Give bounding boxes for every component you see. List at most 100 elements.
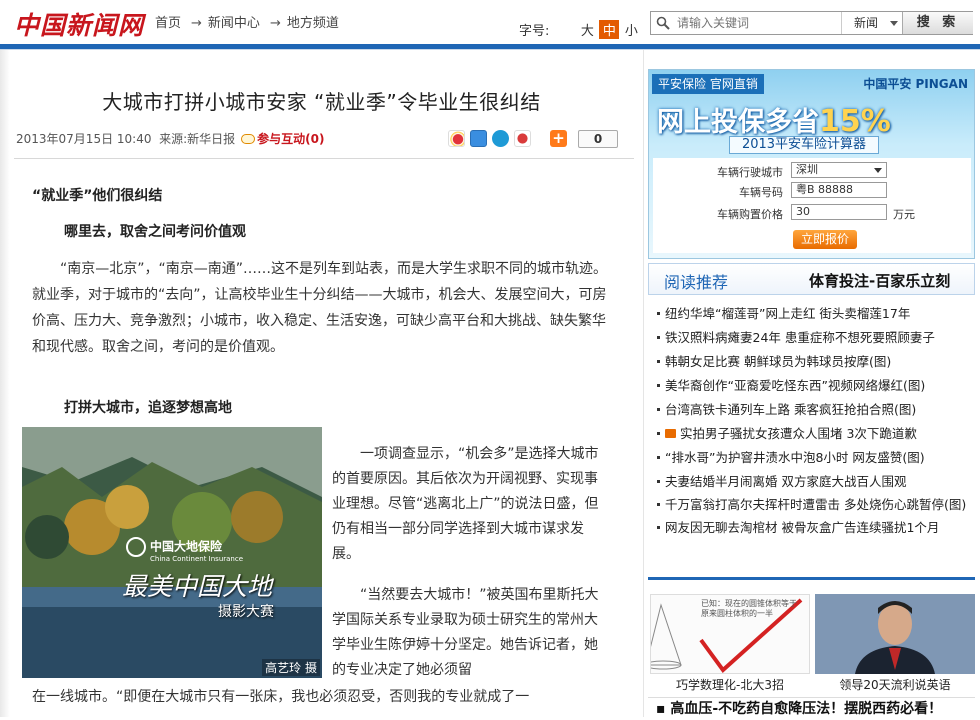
list-item[interactable]: 台湾高铁卡通列车上路 乘客疯狂抢拍合照(图) <box>657 398 975 422</box>
breadcrumb-home[interactable]: 首页 <box>155 16 181 31</box>
ad-badge[interactable]: 平安保险 官网直销 <box>652 74 764 94</box>
plate-input[interactable]: 粤B 88888 <box>791 182 887 198</box>
tencent-share-icon[interactable] <box>492 130 509 147</box>
tab-sports-ad[interactable]: 体育投注-百家乐立刻 <box>809 270 950 291</box>
font-size-large[interactable]: 大 <box>577 20 597 39</box>
news-link-text: “排水哥”为护窨井渍水中泡8小时 网友盛赞(图) <box>665 450 925 465</box>
list-item[interactable]: 夫妻结婚半月闹离婚 双方家庭大战百人围观 <box>657 470 975 494</box>
article-source: 来源:新华日报 <box>159 132 236 146</box>
paragraph-text: 一项调查显示，“机会多”是选择大城市的首要原因。其后依次为开阔视野、实现事业理想… <box>332 446 599 562</box>
bottom-ad-link[interactable]: ▪ 高血压-不吃药自愈降压法！摆脱西药必看！ <box>648 697 975 717</box>
news-link-text: 台湾高铁卡通列车上路 乘客疯狂抢拍合照(图) <box>665 402 917 417</box>
search-box: 新闻 搜 索 <box>650 11 973 35</box>
english-ad-caption[interactable]: 领导20天流利说英语 <box>815 676 975 693</box>
price-label: 车辆购置价格 <box>717 208 783 221</box>
list-item[interactable]: 美华裔创作“亚裔爱吃怪东西”视频网络爆红(图) <box>657 374 975 398</box>
search-scope-select[interactable]: 新闻 <box>841 12 901 34</box>
bullet-icon <box>657 336 660 339</box>
price-unit: 万元 <box>893 208 915 221</box>
font-size-medium[interactable]: 中 <box>599 20 620 39</box>
article-subhead-3: 打拼大城市，追逐梦想高地 <box>64 395 642 421</box>
article-paragraph-3-cont: 在一线城市。“即便在大城市只有一张床，我也必须忍受，否则我的专业就成了一 <box>32 684 622 710</box>
article-date: 2013年07月15日 10:40 <box>16 132 152 146</box>
list-item[interactable]: 铁汉照料病瘫妻24年 患重症称不想死要照顾妻子 <box>657 326 975 350</box>
interact-link[interactable]: 参与互动(0) <box>257 132 324 146</box>
person-portrait <box>815 594 975 674</box>
column-divider <box>643 50 644 717</box>
weibo-share-icon[interactable] <box>448 130 465 147</box>
site-header: 中国新闻网 首页 → 新闻中心 → 地方频道 字号: 大中小 新闻 搜 索 <box>0 0 980 44</box>
city-value: 深圳 <box>796 163 818 176</box>
bullet-icon <box>657 480 660 483</box>
article-subhead-1: “就业季”他们很纠结 <box>32 183 610 209</box>
subhead-text: 打拼大城市，追逐梦想高地 <box>64 400 232 416</box>
article-title: 大城市打拼小城市安家 “就业季”令毕业生很纠结 <box>102 90 541 114</box>
list-item[interactable]: 实拍男子骚扰女孩遭众人围堵 3次下跪道歉 <box>657 422 975 446</box>
article-meta: 2013年07月15日 10:40 来源:新华日报 参与互动(0) <box>16 130 325 147</box>
thumb1-text: 已知：现在的圆锥体积等于原来圆柱体积的一半 <box>701 599 797 618</box>
chevron-down-icon <box>874 168 882 173</box>
share-bar: +0 <box>448 128 618 148</box>
search-input[interactable] <box>677 14 867 32</box>
article-subhead-2: 哪里去，取舍之间考问价值观 <box>64 219 642 245</box>
list-item[interactable]: 网友因无聊去淘棺材 被骨灰盒广告连续骚扰1个月 <box>657 516 975 540</box>
sidebar-divider <box>648 577 975 580</box>
font-size-small[interactable]: 小 <box>621 20 641 39</box>
news-link-text: 美华裔创作“亚裔爱吃怪东西”视频网络爆红(图) <box>665 378 926 393</box>
news-link-text: 纽约华埠“榴莲哥”网上走红 街头卖榴莲17年 <box>665 306 911 321</box>
tab-recommend[interactable]: 阅读推荐 <box>664 269 728 293</box>
article-photo[interactable]: 中国大地保险 China Continent Insurance 最美中国大地 … <box>22 427 322 678</box>
insurance-ad[interactable]: 平安保险 官网直销 中国平安 PINGAN 网上投保多省15% 2013平安车险… <box>648 69 975 259</box>
renren-share-icon[interactable] <box>514 130 531 147</box>
photo-credit: 高艺玲 摄 <box>262 659 320 676</box>
photo-brand-en: China Continent Insurance <box>150 555 244 563</box>
ad-slogan-text: 网上投保多省 <box>657 107 819 138</box>
share-count: 0 <box>578 129 618 148</box>
bullet-icon <box>657 360 660 363</box>
city-label: 车辆行驶城市 <box>717 166 783 179</box>
bullet-icon <box>657 312 660 315</box>
breadcrumb-news[interactable]: 新闻中心 <box>208 16 260 31</box>
chevron-down-icon <box>890 21 898 26</box>
news-list: 纽约华埠“榴莲哥”网上走红 街头卖榴莲17年 铁汉照料病瘫妻24年 患重症称不想… <box>657 302 975 540</box>
news-link-text: 实拍男子骚扰女孩遭众人围堵 3次下跪道歉 <box>680 426 917 441</box>
photo-brand-cn: 中国大地保险 <box>150 539 223 554</box>
quote-button[interactable]: 立即报价 <box>793 230 857 249</box>
font-size-switcher: 字号: 大中小 <box>519 20 641 39</box>
price-input[interactable]: 30 <box>791 204 887 220</box>
breadcrumb-local[interactable]: 地方频道 <box>287 16 339 31</box>
paragraph-text: “当然要去大城市！”被英国布里斯托大学国际关系专业录取为硕士研究生的常州大学毕业… <box>332 587 599 678</box>
site-logo[interactable]: 中国新闻网 <box>14 6 144 42</box>
plus-share-icon[interactable]: + <box>550 130 567 147</box>
search-button[interactable]: 搜 索 <box>902 12 973 34</box>
star-share-icon[interactable] <box>470 130 487 147</box>
header-divider-light <box>0 49 980 50</box>
math-ad-thumb[interactable]: 已知：现在的圆锥体积等于原来圆柱体积的一半 <box>650 594 810 674</box>
ad-brand: 中国平安 PINGAN <box>863 77 968 91</box>
photo-title: 最美中国大地 <box>122 572 273 601</box>
plate-label: 车辆号码 <box>739 186 783 199</box>
paragraph-text: 在一线城市。“即便在大城市只有一张床，我也必须忍受，否则我的专业就成了一 <box>32 689 530 705</box>
news-link-text: 夫妻结婚半月闹离婚 双方家庭大战百人围观 <box>665 474 907 489</box>
photo-subtitle: 摄影大赛 <box>218 604 274 620</box>
arrow-right-icon: → <box>191 16 202 31</box>
math-ad-caption[interactable]: 巧学数理化-北大3招 <box>650 676 810 693</box>
brand-logo-icon <box>126 537 146 557</box>
list-item[interactable]: “排水哥”为护窨井渍水中泡8小时 网友盛赞(图) <box>657 446 975 470</box>
article-paragraph-1: “南京—北京”，“南京—南通”……这不是列车到站表，而是大学生求职不同的城市轨迹… <box>32 256 610 360</box>
bullet-icon <box>657 456 660 459</box>
news-link-text: 韩朝女足比赛 朝鲜球员为韩球员按摩(图) <box>665 354 892 369</box>
article-paragraph-3: “当然要去大城市！”被英国布里斯托大学国际关系专业录取为硕士研究生的常州大学毕业… <box>332 583 607 683</box>
list-item[interactable]: 千万富翁打高尔夫挥杆时遭雷击 多处烧伤心跳暂停(图) <box>657 494 975 516</box>
video-icon <box>665 429 676 438</box>
bullet-icon <box>657 503 660 506</box>
meta-divider <box>14 158 634 159</box>
news-link-text: 铁汉照料病瘫妻24年 患重症称不想死要照顾妻子 <box>665 330 935 345</box>
ad-slogan-pct: 15% <box>819 104 891 139</box>
list-item[interactable]: 韩朝女足比赛 朝鲜球员为韩球员按摩(图) <box>657 350 975 374</box>
city-select[interactable]: 深圳 <box>791 162 887 178</box>
bullet-icon <box>657 432 660 435</box>
english-ad-thumb[interactable] <box>815 594 975 674</box>
bullet-icon <box>657 526 660 529</box>
list-item[interactable]: 纽约华埠“榴莲哥”网上走红 街头卖榴莲17年 <box>657 302 975 326</box>
